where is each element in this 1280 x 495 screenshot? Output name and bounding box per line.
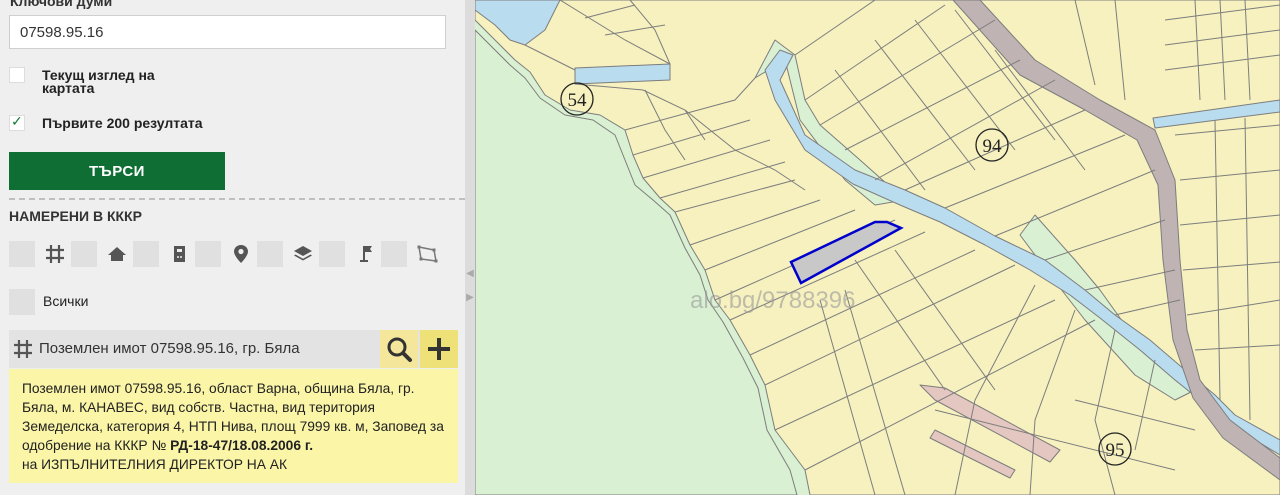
result-order-number: РД-18-47/18.08.2006 г. bbox=[170, 438, 314, 453]
filter-checkbox-markers[interactable] bbox=[319, 241, 345, 267]
cadastral-map[interactable]: alo.bg/9788396 54 94 95 bbox=[475, 0, 1280, 495]
select-all-checkbox[interactable] bbox=[9, 289, 35, 315]
panel-splitter[interactable] bbox=[465, 0, 475, 495]
filter-checkbox-polygons[interactable] bbox=[381, 241, 407, 267]
plus-icon bbox=[428, 338, 450, 360]
parcel-grid-icon bbox=[43, 242, 67, 266]
flag-icon bbox=[353, 242, 377, 266]
filter-checkbox-parcels[interactable] bbox=[9, 241, 35, 267]
result-title[interactable]: Поземлен имот 07598.95.16, гр. Бяла bbox=[39, 340, 300, 357]
checkmark-icon: ✓ bbox=[11, 113, 23, 129]
keywords-label: Ключови думи bbox=[10, 0, 113, 9]
first-200-label: Първите 200 резултата bbox=[42, 115, 203, 131]
zoom-to-button[interactable] bbox=[380, 330, 418, 368]
building-icon bbox=[105, 242, 129, 266]
location-pin-icon bbox=[229, 242, 253, 266]
parcel-grid-icon bbox=[11, 337, 35, 361]
current-view-label: Текущ изглед на картата bbox=[42, 67, 155, 96]
result-info: Поземлен имот 07598.95.16, област Варна,… bbox=[9, 369, 458, 483]
search-panel: Ключови думи Текущ изглед на картата ✓ П… bbox=[0, 0, 465, 495]
watermark: alo.bg/9788396 bbox=[690, 287, 856, 314]
block-label-94: 94 bbox=[983, 136, 1003, 157]
filter-checkbox-addresses[interactable] bbox=[195, 241, 221, 267]
search-button[interactable]: ТЪРСИ bbox=[9, 152, 225, 190]
expand-right-icon[interactable]: ▶ bbox=[465, 292, 475, 303]
result-issuer: на ИЗПЪЛНИТЕЛНИЯ ДИРЕКТОР НА АК bbox=[22, 457, 288, 472]
map-canvas[interactable]: alo.bg/9788396 54 94 95 bbox=[475, 0, 1280, 495]
layers-icon bbox=[291, 242, 315, 266]
polygon-icon bbox=[415, 242, 439, 266]
keyword-input[interactable] bbox=[9, 15, 446, 49]
filter-checkbox-layers[interactable] bbox=[257, 241, 283, 267]
apartment-icon bbox=[167, 242, 191, 266]
select-all-label: Всички bbox=[43, 293, 89, 309]
found-header: НАМЕРЕНИ В КККР bbox=[9, 208, 142, 224]
block-label-95: 95 bbox=[1106, 440, 1125, 461]
magnifier-icon bbox=[387, 337, 412, 362]
divider bbox=[9, 198, 465, 200]
filter-checkbox-buildings[interactable] bbox=[71, 241, 97, 267]
current-view-checkbox[interactable] bbox=[9, 67, 25, 83]
add-button[interactable] bbox=[420, 330, 458, 368]
filter-checkbox-apartments[interactable] bbox=[133, 241, 159, 267]
collapse-left-icon[interactable]: ◀ bbox=[465, 268, 475, 279]
block-label-54: 54 bbox=[568, 90, 588, 111]
